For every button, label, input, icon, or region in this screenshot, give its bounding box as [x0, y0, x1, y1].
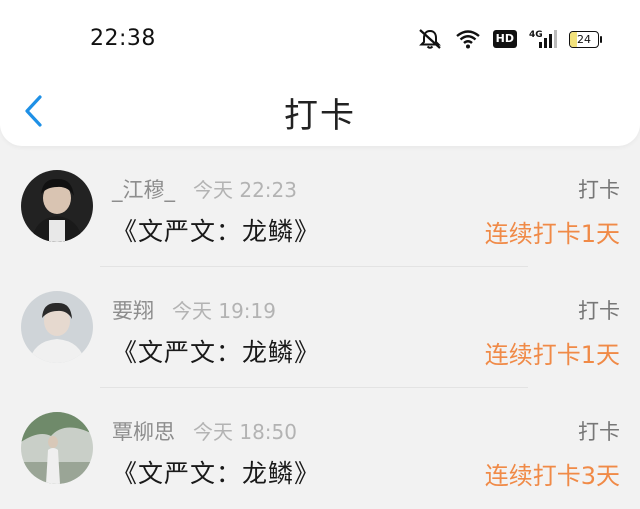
checkin-meta: 要翔 今天 19:19 [112, 295, 276, 325]
checkin-list: _江穆_ 今天 22:23 《文严文：龙鳞》 打卡 连续打卡1天 要翔 今天 19:… [0, 146, 640, 509]
checkin-action: 打卡 [578, 178, 620, 202]
user-name[interactable]: 覃柳思 [112, 420, 175, 444]
page-title: 打卡 [284, 96, 356, 136]
status-time: 22:38 [90, 26, 156, 51]
battery-icon: 24 [569, 30, 602, 48]
checkin-action: 打卡 [578, 420, 620, 444]
list-item[interactable]: _江穆_ 今天 22:23 《文严文：龙鳞》 打卡 连续打卡1天 [0, 146, 640, 267]
user-name[interactable]: 要翔 [112, 299, 154, 323]
signal-4g-icon: 4G [529, 28, 557, 50]
mute-icon [417, 28, 443, 50]
streak-label: 连续打卡1天 [484, 220, 620, 248]
hd-icon: HD [492, 30, 517, 48]
battery-level: 24 [577, 32, 591, 46]
avatar[interactable] [21, 291, 93, 363]
avatar[interactable] [21, 170, 93, 242]
book-title[interactable]: 《文严文：龙鳞》 [112, 333, 320, 369]
streak-label: 连续打卡3天 [484, 462, 620, 490]
checkin-time: 今天 18:50 [193, 420, 297, 444]
avatar[interactable] [21, 412, 93, 484]
checkin-meta: 覃柳思 今天 18:50 [112, 416, 297, 446]
header-card: 22:38 HD 4G 24 打卡 [0, 0, 640, 146]
streak-label: 连续打卡1天 [484, 341, 620, 369]
book-title[interactable]: 《文严文：龙鳞》 [112, 454, 320, 490]
list-item[interactable]: 覃柳思 今天 18:50 《文严文：龙鳞》 打卡 连续打卡3天 [0, 388, 640, 509]
network-label: 4G [529, 30, 543, 40]
wifi-icon [455, 29, 481, 49]
checkin-time: 今天 19:19 [172, 299, 276, 323]
list-item[interactable]: 要翔 今天 19:19 《文严文：龙鳞》 打卡 连续打卡1天 [0, 267, 640, 388]
user-name[interactable]: _江穆_ [112, 178, 175, 202]
book-title[interactable]: 《文严文：龙鳞》 [112, 212, 320, 248]
checkin-time: 今天 22:23 [193, 178, 297, 202]
checkin-action: 打卡 [578, 299, 620, 323]
status-icons: HD 4G 24 [417, 28, 602, 50]
battery-fill [570, 31, 577, 47]
checkin-meta: _江穆_ 今天 22:23 [112, 174, 297, 204]
